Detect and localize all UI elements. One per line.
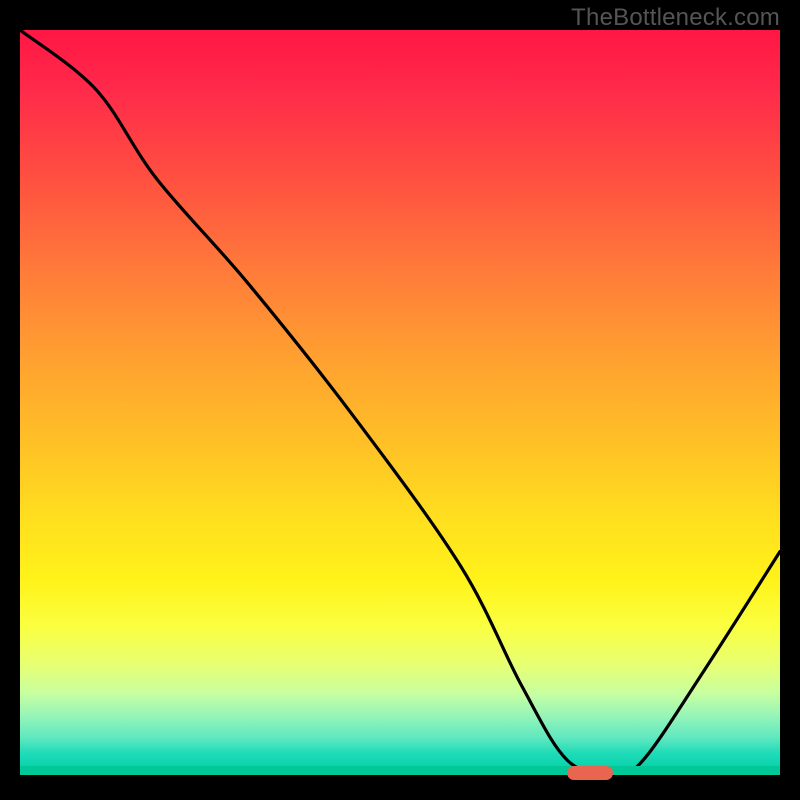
bottleneck-curve bbox=[20, 30, 780, 775]
optimal-marker bbox=[567, 766, 613, 780]
chart-root: TheBottleneck.com bbox=[0, 0, 800, 800]
watermark-text: TheBottleneck.com bbox=[571, 4, 780, 32]
plot-area bbox=[20, 30, 780, 775]
base-stripe bbox=[20, 766, 780, 775]
